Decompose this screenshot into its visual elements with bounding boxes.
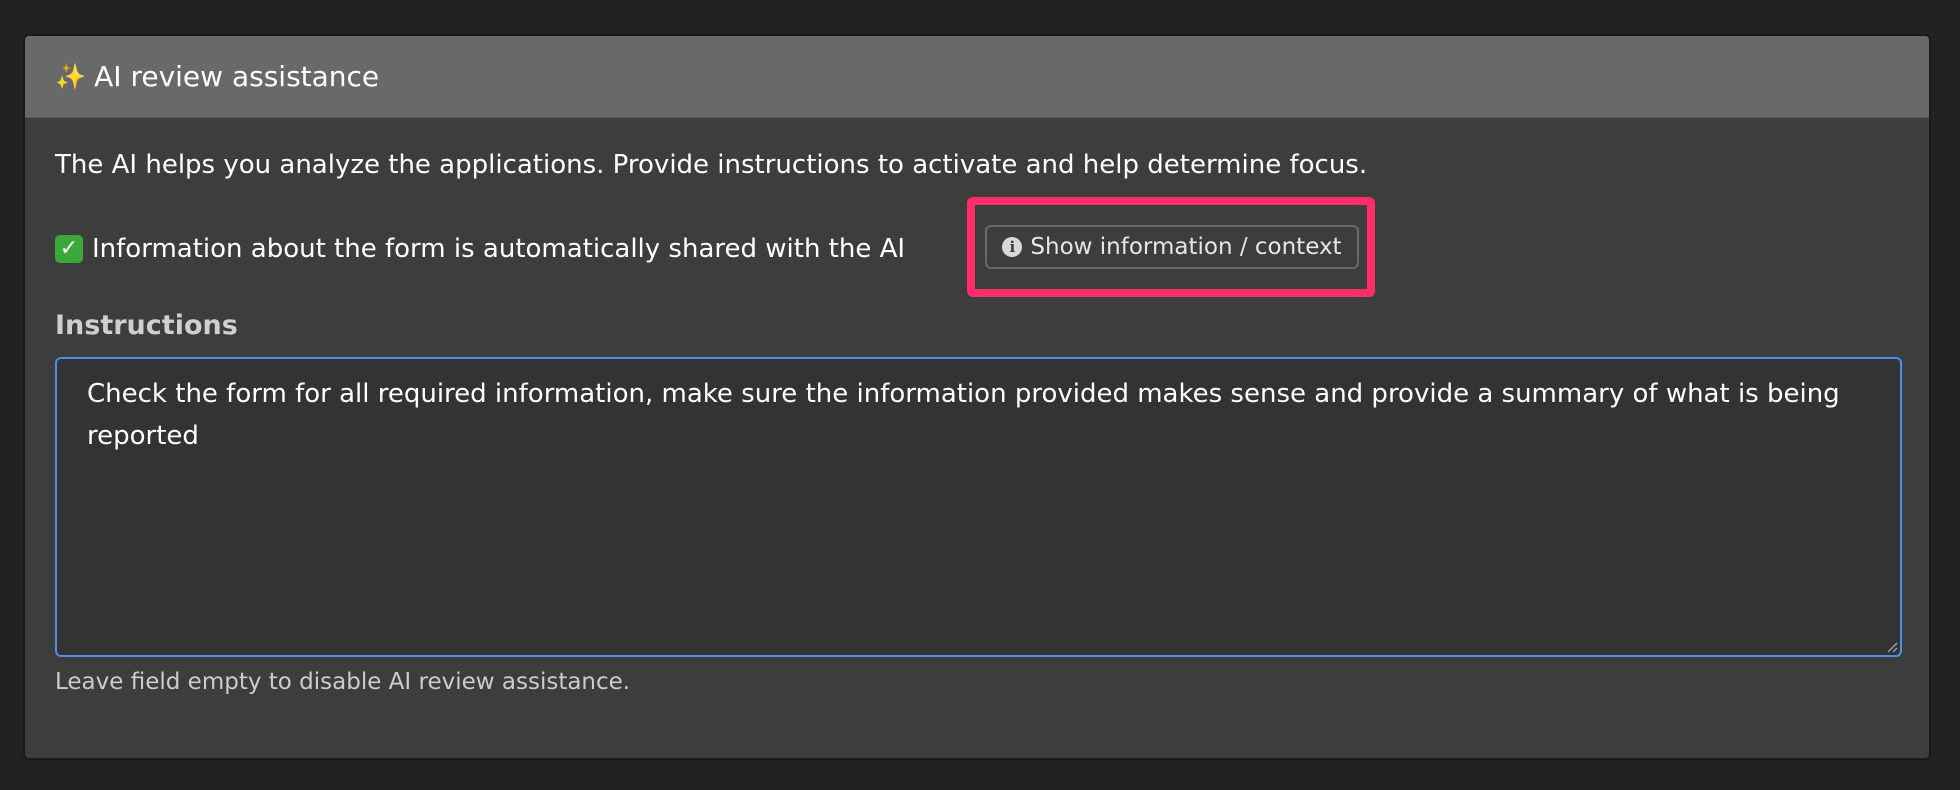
ai-review-panel: ✨ AI review assistance The AI helps you … bbox=[23, 34, 1931, 760]
panel-body: The AI helps you analyze the application… bbox=[25, 147, 1929, 695]
show-information-button[interactable]: i Show information / context bbox=[985, 225, 1359, 269]
shared-notice-text: Information about the form is automatica… bbox=[92, 234, 906, 264]
check-mark-icon: ✓ bbox=[55, 235, 83, 263]
instructions-textarea[interactable]: Check the form for all required informat… bbox=[55, 357, 1902, 657]
show-information-label: Show information / context bbox=[1030, 234, 1342, 260]
instructions-label: Instructions bbox=[55, 310, 238, 341]
intro-text: The AI helps you analyze the application… bbox=[55, 150, 1368, 180]
sparkles-icon: ✨ bbox=[55, 62, 87, 91]
instructions-field-wrapper: Check the form for all required informat… bbox=[55, 357, 1902, 657]
instructions-help-text: Leave field empty to disable AI review a… bbox=[55, 669, 631, 695]
highlight-box: i Show information / context bbox=[967, 197, 1375, 297]
resize-handle-icon[interactable] bbox=[1886, 641, 1898, 653]
info-circle-icon: i bbox=[1002, 237, 1023, 257]
panel-title: AI review assistance bbox=[94, 60, 380, 93]
shared-notice: ✓ Information about the form is automati… bbox=[55, 197, 1899, 297]
panel-header: ✨ AI review assistance bbox=[25, 36, 1929, 118]
